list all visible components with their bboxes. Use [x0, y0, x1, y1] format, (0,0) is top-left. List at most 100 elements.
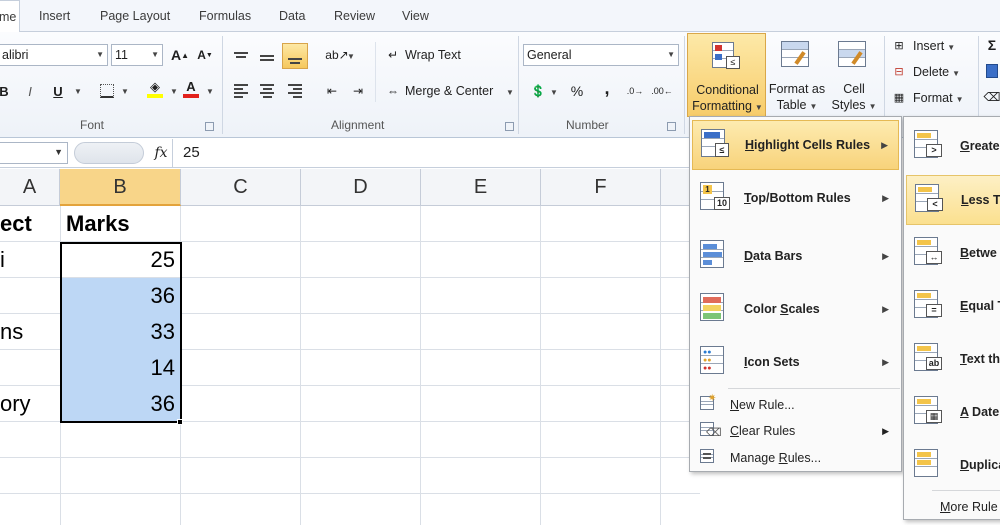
font-name-combo[interactable]: alibri ▼ — [0, 44, 108, 66]
submenu-item[interactable]: Duplica — [906, 440, 1000, 490]
wrap-text-icon[interactable]: ↵ — [383, 45, 403, 65]
conditional-formatting-button[interactable]: ≤ Conditional Formatting ▼ — [687, 33, 766, 117]
submenu-item[interactable]: ab Text th — [906, 334, 1000, 384]
chevron-down-icon[interactable]: ▼ — [347, 52, 355, 61]
column-header-f[interactable]: F — [541, 169, 661, 206]
chevron-down-icon[interactable]: ▼ — [170, 87, 178, 96]
cell-b[interactable] — [61, 494, 180, 525]
cell-a[interactable]: i — [0, 242, 60, 278]
cell-a[interactable]: ect — [0, 206, 60, 242]
merge-center-icon[interactable]: ⇔ — [383, 81, 403, 101]
chevron-down-icon[interactable]: ▼ — [151, 45, 159, 65]
chevron-down-icon[interactable]: ▼ — [506, 88, 514, 97]
font-color-icon[interactable]: A — [181, 79, 201, 99]
merge-center-button[interactable]: Merge & Center — [405, 84, 493, 98]
cf-menu-item[interactable]: ●● ●● ●● Icon Sets ▶ — [692, 337, 899, 387]
autosum-icon[interactable]: Σ — [984, 36, 1000, 54]
chevron-down-icon[interactable]: ▼ — [74, 87, 82, 96]
tab-review[interactable]: Review — [334, 0, 375, 32]
chevron-down-icon[interactable]: ▼ — [667, 45, 675, 65]
cf-menu-small-item[interactable]: ✷ New Rule... — [692, 392, 899, 418]
tab-data[interactable]: Data — [279, 0, 305, 32]
wrap-text-button[interactable]: Wrap Text — [405, 48, 461, 62]
submenu-item[interactable]: ↔ Betwe — [906, 228, 1000, 278]
font-dialog-launcher-icon[interactable] — [205, 122, 214, 131]
cell-styles-button[interactable]: Cell Styles ▼ — [828, 33, 880, 117]
underline-button[interactable]: U — [48, 81, 68, 101]
cf-menu-small-item[interactable]: Manage Rules... — [692, 445, 899, 471]
decrease-indent-icon[interactable]: ⇤ — [322, 81, 342, 101]
clear-icon[interactable]: ⌫ — [984, 88, 1000, 106]
cell-b[interactable] — [61, 458, 180, 494]
tab-page-layout[interactable]: Page Layout — [100, 0, 170, 32]
format-cells-icon[interactable]: ▦ — [890, 88, 908, 106]
chevron-down-icon[interactable]: ▼ — [550, 88, 558, 97]
increase-indent-icon[interactable]: ⇥ — [348, 81, 368, 101]
fill-handle[interactable] — [177, 419, 183, 425]
formula-bar-splitter[interactable] — [74, 142, 144, 164]
column-header-b[interactable]: B — [60, 169, 181, 206]
comma-style-button[interactable]: , — [597, 78, 617, 98]
cell-b[interactable]: 33 — [61, 314, 180, 350]
cell-a[interactable] — [0, 494, 60, 525]
column-header-a[interactable]: A — [0, 169, 60, 206]
cell-a[interactable] — [0, 350, 60, 386]
cell-a[interactable] — [0, 458, 60, 494]
insert-function-icon[interactable]: fx — [150, 141, 172, 165]
cell-b[interactable]: 36 — [61, 278, 180, 314]
align-left-icon[interactable] — [231, 81, 251, 101]
decrease-decimal-icon[interactable]: .00← — [651, 81, 673, 101]
submenu-item[interactable]: < Less Th — [906, 175, 1000, 225]
cell-b[interactable]: 25 — [61, 242, 180, 278]
cell-b[interactable] — [61, 422, 180, 458]
accounting-format-icon[interactable]: 💲 — [528, 81, 548, 101]
tab-insert[interactable]: Insert — [39, 0, 70, 32]
format-as-table-button[interactable]: Format as Table ▼ — [767, 33, 827, 117]
align-middle-icon[interactable] — [257, 48, 277, 68]
cell-b[interactable]: 14 — [61, 350, 180, 386]
column-header-d[interactable]: D — [301, 169, 421, 206]
orientation-icon[interactable]: ab↗ — [325, 45, 348, 65]
alignment-dialog-launcher-icon[interactable] — [505, 122, 514, 131]
chevron-down-icon[interactable]: ▼ — [54, 147, 63, 157]
shrink-font-icon[interactable]: A ▼ — [195, 45, 215, 65]
align-top-icon[interactable] — [231, 45, 251, 65]
align-bottom-icon[interactable] — [282, 43, 308, 69]
cell-b[interactable]: Marks — [61, 206, 180, 242]
insert-button[interactable]: Insert ▼ — [913, 39, 955, 53]
cf-menu-small-item[interactable]: ⌫ Clear Rules ▶ — [692, 418, 899, 444]
delete-cells-icon[interactable]: ⊟ — [890, 62, 908, 80]
column-header-e[interactable]: E — [421, 169, 541, 206]
more-rules-item[interactable]: More Rule — [940, 494, 998, 520]
cell-a[interactable] — [0, 422, 60, 458]
cf-menu-item[interactable]: Color Scales ▶ — [692, 284, 899, 334]
font-size-combo[interactable]: 11 ▼ — [111, 44, 163, 66]
chevron-down-icon[interactable]: ▼ — [121, 87, 129, 96]
italic-button[interactable]: I — [20, 81, 40, 101]
cell-a[interactable]: ory — [0, 386, 60, 422]
submenu-item[interactable]: > Greater — [906, 121, 1000, 171]
delete-button[interactable]: Delete ▼ — [913, 65, 960, 79]
submenu-item[interactable]: = Equal T — [906, 281, 1000, 331]
cell-a[interactable]: ns — [0, 314, 60, 350]
increase-decimal-icon[interactable]: .0→ — [625, 81, 645, 101]
align-center-icon[interactable] — [257, 81, 277, 101]
column-header-c[interactable]: C — [181, 169, 301, 206]
chevron-down-icon[interactable]: ▼ — [96, 45, 104, 65]
name-box[interactable]: ▼ — [0, 142, 68, 164]
borders-icon[interactable] — [97, 81, 117, 101]
formula-input[interactable]: 25 — [172, 139, 700, 168]
fill-icon[interactable] — [984, 62, 1000, 80]
percent-style-button[interactable]: % — [567, 81, 587, 101]
cf-menu-item[interactable]: 1 10 Top/Bottom Rules ▶ — [692, 173, 899, 223]
submenu-item[interactable]: ▦ A Date — [906, 387, 1000, 437]
chevron-down-icon[interactable]: ▼ — [206, 87, 214, 96]
format-button[interactable]: Format ▼ — [913, 91, 964, 105]
tab-view[interactable]: View — [402, 0, 429, 32]
number-dialog-launcher-icon[interactable] — [667, 122, 676, 131]
worksheet-grid[interactable]: A B C D E F ect Marks i 25 36 ns 33 14 ory 36 — [0, 169, 701, 525]
bold-button[interactable]: B — [0, 81, 14, 101]
cf-menu-item[interactable]: Data Bars ▶ — [692, 231, 899, 281]
tab-formulas[interactable]: Formulas — [199, 0, 251, 32]
align-right-icon[interactable] — [285, 81, 305, 101]
